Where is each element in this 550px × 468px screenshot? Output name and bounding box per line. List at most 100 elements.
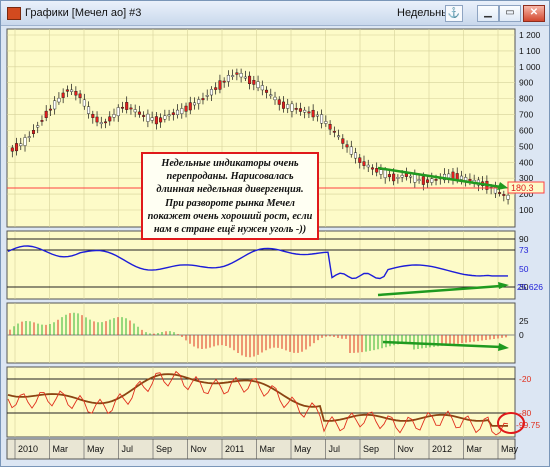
candle-body xyxy=(311,109,315,118)
candle-body xyxy=(362,161,366,166)
osc-last-value: -99.75 xyxy=(516,420,540,430)
candle-body xyxy=(31,130,35,134)
candle-body xyxy=(273,96,277,101)
candle-body xyxy=(498,192,502,194)
x-axis-label: Nov xyxy=(191,444,208,454)
candle-body xyxy=(10,147,14,152)
title-bar[interactable]: Графики [Мечел ао] #3 Недельный ⚓ ▁ ▭ ✕ xyxy=(1,1,549,26)
candle-body xyxy=(65,89,69,92)
candle-body xyxy=(294,108,298,110)
candle-body xyxy=(146,113,150,122)
candle-body xyxy=(27,136,31,138)
main-y-tick-label: 1 000 xyxy=(519,62,541,72)
candle-body xyxy=(417,179,421,181)
candle-body xyxy=(112,114,116,118)
x-axis-label: 2012 xyxy=(432,444,452,454)
histogram-panel xyxy=(6,302,516,364)
candle-body xyxy=(354,152,358,159)
candle-body xyxy=(176,109,180,115)
candle-body xyxy=(40,120,44,122)
candle-body xyxy=(91,113,95,118)
restore-button[interactable]: ▭ xyxy=(499,5,521,22)
candle-body xyxy=(95,116,99,123)
candle-body xyxy=(133,109,137,113)
candle-body xyxy=(235,72,239,75)
x-axis-label: Jul xyxy=(122,444,134,454)
candle-body xyxy=(409,175,413,178)
candle-body xyxy=(116,107,120,117)
candle-body xyxy=(265,89,269,93)
candle-body xyxy=(209,89,213,96)
candle-body xyxy=(358,157,362,163)
candle-body xyxy=(298,108,302,112)
candle-body xyxy=(82,99,86,107)
candle-body xyxy=(231,75,235,77)
main-y-tick-label: 400 xyxy=(519,157,533,167)
rsi-panel xyxy=(6,230,516,300)
hist-y-tick-label: 0 xyxy=(519,330,524,340)
x-axis-label: May xyxy=(87,444,105,454)
candle-body xyxy=(379,169,383,175)
candle-body xyxy=(502,194,506,196)
main-y-tick-label: 700 xyxy=(519,110,533,120)
x-axis-label: Nov xyxy=(398,444,415,454)
candle-body xyxy=(205,95,209,97)
candle-body xyxy=(426,179,430,183)
candle-body xyxy=(150,117,154,121)
main-y-tick-label: 500 xyxy=(519,141,533,151)
x-axis-label: Jul xyxy=(329,444,341,454)
candle-body xyxy=(61,92,65,98)
candle-body xyxy=(404,173,408,177)
chart-app-icon xyxy=(7,7,21,20)
candle-body xyxy=(337,135,341,138)
x-axis-label: Mar xyxy=(260,444,276,454)
candle-body xyxy=(396,177,400,179)
main-y-tick-label: 1 100 xyxy=(519,46,541,56)
candle-body xyxy=(74,90,78,96)
candle-body xyxy=(430,178,434,183)
candle-body xyxy=(451,171,455,179)
candle-body xyxy=(260,85,264,91)
chart-area[interactable]: 1 200 1 100 1 000 900 800 700 600 500 400 300 200 1… xyxy=(5,27,547,463)
candle-body xyxy=(332,131,336,133)
candle-body xyxy=(464,177,468,181)
candle-body xyxy=(44,110,48,118)
candle-body xyxy=(434,179,438,181)
rsi-y-tick-label: 90 xyxy=(519,234,529,244)
candle-body xyxy=(154,116,158,125)
candle-body xyxy=(226,75,230,82)
candle-body xyxy=(455,173,459,180)
candle-body xyxy=(506,194,510,200)
main-y-tick-label: 800 xyxy=(519,94,533,104)
main-y-tick-label: 600 xyxy=(519,125,533,135)
rsi-y-tick-label: 73 xyxy=(519,245,529,255)
candle-body xyxy=(248,75,252,85)
x-axis-label: 2011 xyxy=(225,444,244,454)
candle-body xyxy=(120,106,124,109)
candle-body xyxy=(48,108,52,111)
close-button[interactable]: ✕ xyxy=(523,5,545,22)
candle-body xyxy=(447,173,451,178)
candle-body xyxy=(53,100,57,110)
anchor-icon[interactable]: ⚓ xyxy=(445,5,463,22)
candle-body xyxy=(19,143,23,147)
candle-body xyxy=(345,144,349,148)
chart-window: Графики [Мечел ао] #3 Недельный ⚓ ▁ ▭ ✕ … xyxy=(0,0,550,467)
candle-body xyxy=(366,164,370,168)
y-axis-labels: 1 2001 1001 0009008007006005004003002001… xyxy=(516,30,543,430)
candle-body xyxy=(87,106,91,114)
candle-body xyxy=(307,111,311,114)
x-axis-label: Sep xyxy=(363,444,379,454)
candle-body xyxy=(324,121,328,124)
candle-body xyxy=(222,80,226,83)
rsi-last-value: 25.626 xyxy=(517,282,543,292)
minimize-button[interactable]: ▁ xyxy=(477,5,499,22)
candle-body xyxy=(383,169,387,178)
candle-body xyxy=(239,73,243,78)
candle-body xyxy=(163,115,167,120)
main-y-tick-label: 100 xyxy=(519,205,533,215)
candle-body xyxy=(392,173,396,182)
annotation-callout: Недельные индикаторы очень перепроданы. … xyxy=(141,152,319,240)
chart-svg: 1 2001 1001 0009008007006005004003002001… xyxy=(6,28,545,460)
candle-body xyxy=(387,174,391,178)
